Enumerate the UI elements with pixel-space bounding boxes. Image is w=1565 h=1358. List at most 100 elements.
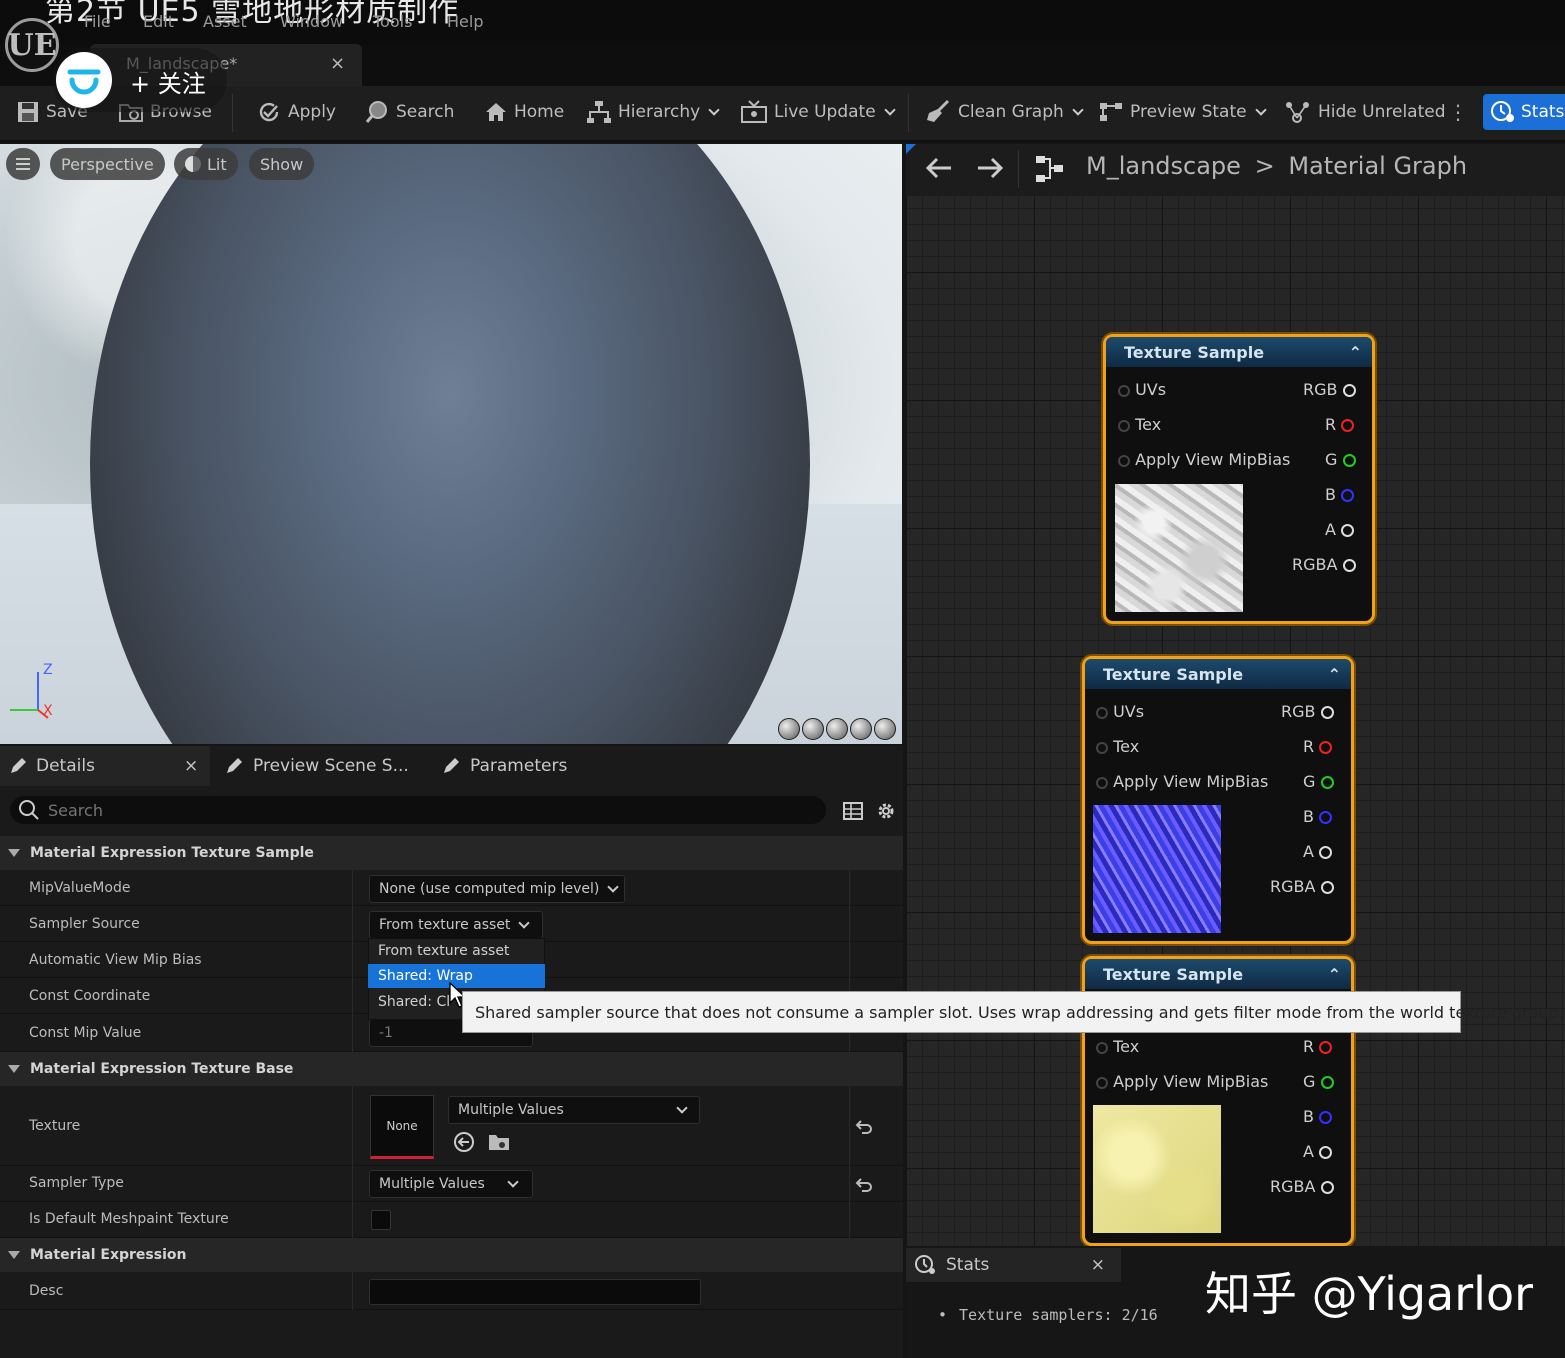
details-search-input[interactable] [48, 800, 808, 820]
show-button[interactable]: Show [249, 148, 315, 180]
menu-edit[interactable]: Edit [143, 12, 174, 31]
home-button[interactable]: Home [484, 86, 564, 138]
chevron-down-icon [607, 880, 620, 893]
section-texture-base[interactable]: Material Expression Texture Base [0, 1052, 903, 1086]
collapse-node-icon[interactable]: ⌃ [1328, 965, 1341, 984]
reset-to-default-icon[interactable] [854, 1117, 874, 1137]
lit-button[interactable]: Lit [174, 148, 238, 180]
chevron-down-icon [1254, 103, 1267, 116]
output-pin-g[interactable]: G [1303, 772, 1334, 791]
stats-button[interactable]: Stats [1483, 94, 1565, 130]
pin-label: RGB [1281, 702, 1316, 721]
collapse-triangle-icon[interactable] [8, 1251, 20, 1259]
input-pin-mipbias[interactable]: Apply View MipBias [1118, 450, 1290, 469]
input-pin-uvs[interactable]: UVs [1096, 702, 1144, 721]
desc-input[interactable] [369, 1279, 701, 1305]
texture-thumbnail[interactable]: None [370, 1095, 434, 1159]
pin-label: RGBA [1292, 555, 1338, 574]
pin-label: Tex [1113, 737, 1140, 756]
collapse-triangle-icon[interactable] [8, 1065, 20, 1073]
preview-viewport[interactable] [0, 144, 902, 744]
preview-mesh-icon[interactable] [874, 718, 896, 740]
input-pin-tex[interactable]: Tex [1096, 1037, 1139, 1056]
output-pin-rgb[interactable]: RGB [1281, 702, 1334, 721]
output-pin-rgba[interactable]: RGBA [1270, 877, 1334, 896]
sampler-type-combo[interactable]: Multiple Values [369, 1170, 533, 1198]
back-arrow-icon[interactable] [924, 155, 954, 181]
menu-help[interactable]: Help [447, 12, 483, 31]
output-pin-b[interactable]: B [1303, 807, 1333, 826]
output-pin-a[interactable]: A [1303, 842, 1333, 861]
output-pin-r[interactable]: R [1325, 415, 1355, 434]
menu-tools[interactable]: Tools [373, 12, 412, 31]
hide-unrelated-button[interactable]: Hide Unrelated [1284, 86, 1446, 138]
more-options-icon[interactable]: ⋮ [1448, 100, 1468, 124]
details-search-box[interactable] [10, 796, 826, 824]
browse-folder-icon[interactable] [487, 1130, 511, 1154]
apply-label: Apply [288, 102, 336, 122]
input-pin-mipbias[interactable]: Apply View MipBias [1096, 1072, 1268, 1091]
mip-value-mode-combo[interactable]: None (use computed mip level) [369, 875, 625, 903]
section-material-expression[interactable]: Material Expression [0, 1238, 903, 1272]
collapse-node-icon[interactable]: ⌃ [1349, 343, 1362, 362]
reset-to-default-icon[interactable] [854, 1175, 874, 1195]
pin-label: A [1303, 842, 1314, 861]
input-pin-mipbias[interactable]: Apply View MipBias [1096, 772, 1268, 791]
preview-plane-icon[interactable] [826, 718, 848, 740]
search-button[interactable]: Search [364, 86, 454, 138]
hierarchy-button[interactable]: Hierarchy [586, 86, 720, 138]
output-pin-rgba[interactable]: RGBA [1292, 555, 1356, 574]
output-pin-r[interactable]: R [1303, 1037, 1333, 1056]
output-pin-rgb[interactable]: RGB [1303, 380, 1356, 399]
preview-cube-icon[interactable] [850, 718, 872, 740]
output-pin-b[interactable]: B [1325, 485, 1355, 504]
stats-tab-close[interactable]: × [1091, 1255, 1105, 1275]
output-pin-a[interactable]: A [1325, 520, 1355, 539]
gear-icon[interactable] [874, 799, 898, 827]
output-pin-b[interactable]: B [1303, 1107, 1333, 1126]
preview-state-button[interactable]: Preview State [1098, 86, 1267, 138]
viewport-menu-icon[interactable] [6, 148, 40, 180]
breadcrumb-graph[interactable]: Material Graph [1288, 152, 1467, 180]
column-divider [352, 1272, 353, 1310]
node-title-bar: Texture Sample ⌃ [1085, 959, 1351, 989]
follow-label[interactable]: + 关注 [130, 64, 206, 99]
texture-asset-combo[interactable]: Multiple Values [448, 1096, 700, 1124]
document-tab-close-button[interactable]: × [330, 53, 345, 74]
forward-arrow-icon[interactable] [975, 155, 1005, 181]
property-label: Sampler Source [29, 916, 140, 932]
input-pin-icon [1096, 1076, 1108, 1089]
apply-button[interactable]: Apply [256, 86, 336, 138]
breadcrumb-asset[interactable]: M_landscape [1086, 152, 1241, 180]
menu-file[interactable]: File [84, 12, 111, 31]
clean-graph-button[interactable]: Clean Graph [926, 86, 1084, 138]
input-pin-tex[interactable]: Tex [1096, 737, 1139, 756]
preview-scene-tab[interactable]: Preview Scene S... [224, 746, 409, 786]
input-pin-uvs[interactable]: UVs [1118, 380, 1166, 399]
output-pin-r[interactable]: R [1303, 737, 1333, 756]
output-pin-a[interactable]: A [1303, 1142, 1333, 1161]
live-update-button[interactable]: Live Update [740, 86, 896, 138]
dropdown-option-from-texture-asset[interactable]: From texture asset [368, 939, 545, 963]
preview-sphere-icon[interactable] [802, 718, 824, 740]
menu-window[interactable]: Window [280, 12, 343, 31]
preview-cylinder-icon[interactable] [778, 718, 800, 740]
perspective-button[interactable]: Perspective [50, 148, 165, 180]
stats-tab[interactable]: Stats × [906, 1248, 1121, 1282]
output-pin-g[interactable]: G [1303, 1072, 1334, 1091]
details-tab-close[interactable]: × [184, 746, 198, 786]
table-view-icon[interactable] [842, 800, 864, 826]
menu-asset[interactable]: Asset [203, 12, 247, 31]
output-pin-rgba[interactable]: RGBA [1270, 1177, 1334, 1196]
section-texture-sample[interactable]: Material Expression Texture Sample [0, 836, 903, 870]
input-pin-tex[interactable]: Tex [1118, 415, 1161, 434]
output-pin-g[interactable]: G [1325, 450, 1356, 469]
use-selected-icon[interactable] [452, 1130, 476, 1154]
default-meshpaint-checkbox[interactable] [371, 1210, 391, 1230]
output-pin-icon [1320, 881, 1334, 894]
property-label: Texture [29, 1118, 81, 1134]
collapse-node-icon[interactable]: ⌃ [1328, 665, 1341, 684]
collapse-triangle-icon[interactable] [8, 849, 20, 857]
parameters-tab[interactable]: Parameters [441, 746, 567, 786]
sampler-source-combo[interactable]: From texture asset [369, 911, 543, 939]
